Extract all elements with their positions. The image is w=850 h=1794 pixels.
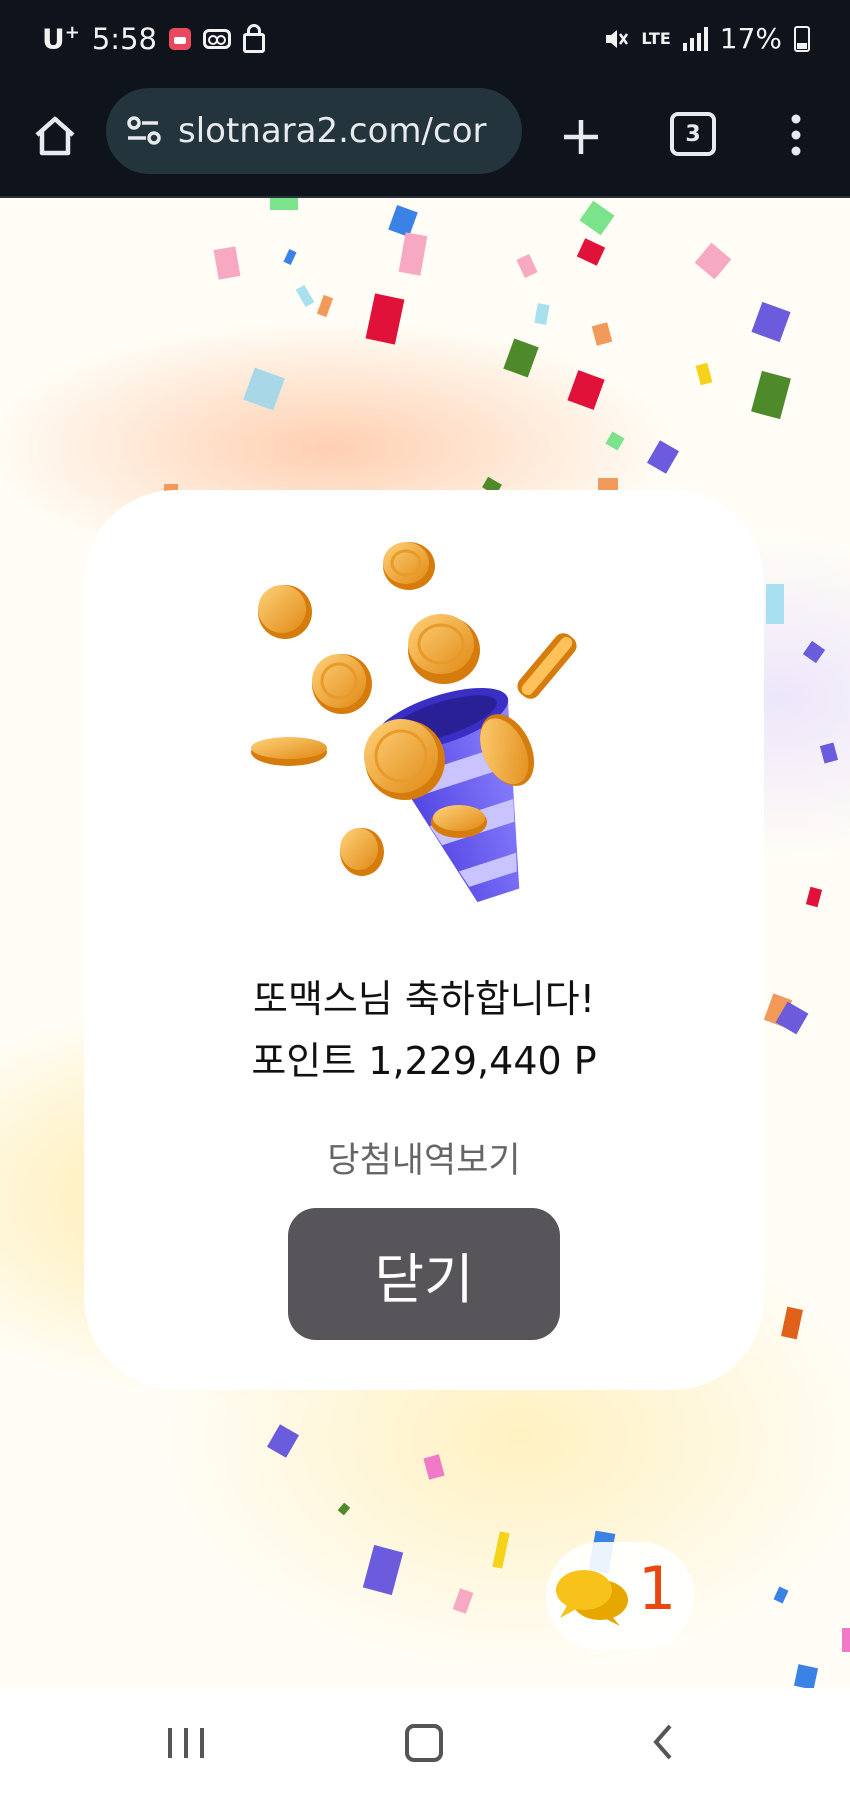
- battery-icon: [794, 25, 810, 52]
- tab-count: 3: [685, 121, 701, 147]
- system-nav-bar: [0, 1688, 850, 1794]
- recents-icon[interactable]: [168, 1728, 204, 1758]
- home-nav-icon[interactable]: [405, 1724, 443, 1762]
- page-content: 또맥스님 축하합니다! 포인트 1,229,440 P 당첨내역보기 닫기 1: [0, 198, 850, 1688]
- points-amount: 포인트 1,229,440 P: [251, 1039, 597, 1083]
- url-text[interactable]: slotnara2.com/cor: [178, 111, 508, 151]
- close-button[interactable]: 닫기: [288, 1208, 560, 1340]
- back-icon[interactable]: [648, 1722, 678, 1762]
- congrats-message: 또맥스님 축하합니다!: [253, 977, 595, 1021]
- browser-toolbar: slotnara2.com/cor 3: [0, 86, 850, 198]
- clock: 5:58: [91, 22, 157, 56]
- site-settings-icon[interactable]: [124, 111, 164, 151]
- lte-icon: LTE: [641, 29, 671, 48]
- plus-icon[interactable]: [556, 112, 606, 162]
- home-icon[interactable]: [30, 111, 80, 161]
- status-right: LTE 17%: [603, 22, 810, 55]
- congrats-modal: 또맥스님 축하합니다! 포인트 1,229,440 P 당첨내역보기 닫기: [84, 490, 764, 1390]
- calendar-icon: [168, 28, 191, 50]
- status-left: U+ 5:58: [42, 22, 265, 56]
- chat-bubbles-icon: [556, 1570, 628, 1626]
- tab-switcher-button[interactable]: 3: [670, 112, 716, 156]
- coin-party-popper-icon: [251, 542, 577, 903]
- more-vert-icon[interactable]: [784, 112, 808, 158]
- view-history-link[interactable]: 당첨내역보기: [84, 1132, 764, 1183]
- lock-icon: [242, 24, 265, 53]
- chat-widget-button[interactable]: 1: [546, 1542, 694, 1650]
- chat-unread-count: 1: [638, 1554, 677, 1624]
- mute-icon: [606, 29, 629, 48]
- address-bar[interactable]: slotnara2.com/cor: [106, 88, 522, 174]
- signal-icon: [682, 26, 708, 51]
- voicemail-icon: [202, 29, 231, 49]
- carrier-label: U+: [42, 22, 80, 56]
- status-bar: U+ 5:58 LTE 17%: [0, 0, 850, 86]
- battery-percent: 17%: [719, 22, 782, 55]
